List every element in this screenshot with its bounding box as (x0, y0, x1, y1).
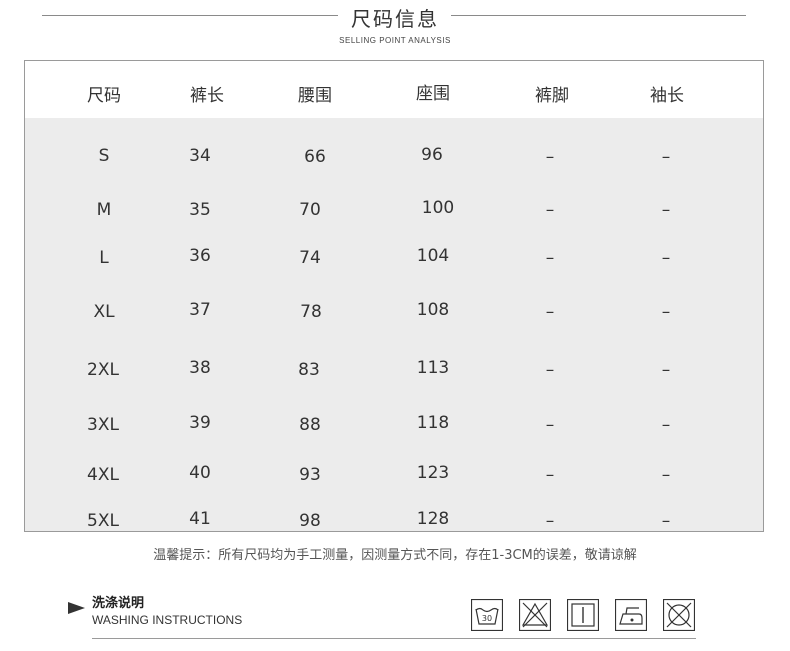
cell-hip: 128 (416, 509, 450, 529)
column-header-hem: 裤脚 (535, 86, 569, 106)
cell-waist: 93 (299, 465, 321, 485)
cell-length: 37 (189, 300, 211, 320)
column-header-sleeve: 袖长 (650, 86, 684, 106)
cell-length: 34 (189, 146, 211, 166)
cell-size: L (99, 248, 109, 268)
do-not-tumble-dry-icon (663, 599, 695, 631)
cell-length: 35 (189, 200, 211, 220)
table-header-row: 尺码 裤长 腰围 座围 裤脚 袖长 (25, 61, 763, 118)
cell-waist: 98 (299, 511, 321, 531)
cell-hip: 118 (416, 413, 450, 433)
wash-temperature-label: 30 (482, 614, 492, 623)
cell-size: 4XL (87, 465, 119, 485)
column-header-hip: 座围 (416, 84, 450, 104)
cell-sleeve: – (661, 302, 671, 322)
cell-hip: 100 (421, 198, 455, 218)
wash-30-icon: 30 (471, 599, 503, 631)
cell-hem: – (545, 147, 555, 167)
cell-hem: – (545, 511, 555, 531)
cell-hip: 123 (416, 463, 450, 483)
do-not-bleach-icon (519, 599, 551, 631)
play-arrow-icon (68, 602, 85, 614)
cell-hip: 108 (416, 300, 450, 320)
cell-size: M (96, 200, 112, 220)
cell-waist: 88 (299, 415, 321, 435)
cell-hem: – (545, 248, 555, 268)
washing-rule (92, 638, 696, 639)
size-table: 尺码 裤长 腰围 座围 裤脚 袖长 S 34 66 96 – – M 35 70… (24, 60, 764, 532)
column-header-waist: 腰围 (298, 86, 332, 106)
cell-sleeve: – (661, 200, 671, 220)
cell-length: 38 (189, 358, 211, 378)
cell-size: S (98, 146, 110, 166)
cell-sleeve: – (661, 511, 671, 531)
cell-sleeve: – (661, 465, 671, 485)
cell-waist: 78 (300, 302, 322, 322)
cell-length: 41 (189, 509, 211, 529)
low-iron-icon (615, 599, 647, 631)
cell-sleeve: – (661, 360, 671, 380)
cell-size: 2XL (87, 360, 119, 380)
page-subtitle: SELLING POINT ANALYSIS (339, 36, 451, 45)
cell-waist: 66 (304, 147, 326, 167)
cell-hem: – (545, 360, 555, 380)
cell-waist: 74 (299, 248, 321, 268)
cell-hem: – (545, 465, 555, 485)
measurement-note: 温馨提示：所有尺码均为手工测量，因测量方式不同，存在1-3CM的误差，敬请谅解 (153, 548, 637, 563)
washing-title: 洗涤说明 (92, 596, 145, 611)
cell-size: 3XL (87, 415, 119, 435)
cell-hem: – (545, 415, 555, 435)
cell-hem: – (545, 302, 555, 322)
column-header-size: 尺码 (87, 86, 121, 106)
cell-length: 39 (189, 413, 211, 433)
cell-hip: 96 (421, 145, 443, 165)
cell-size: 5XL (87, 511, 119, 531)
cell-sleeve: – (661, 248, 671, 268)
cell-sleeve: – (661, 147, 671, 167)
cell-hip: 113 (416, 358, 450, 378)
cell-length: 40 (189, 463, 211, 483)
cell-waist: 70 (299, 200, 321, 220)
column-header-length: 裤长 (190, 86, 224, 106)
cell-hip: 104 (416, 246, 450, 266)
cell-hem: – (545, 200, 555, 220)
washing-subtitle: WASHING INSTRUCTIONS (92, 613, 243, 627)
cell-length: 36 (189, 246, 211, 266)
hang-dry-icon (567, 599, 599, 631)
cell-size: XL (93, 302, 115, 322)
page-title: 尺码信息 (339, 7, 451, 31)
cell-waist: 83 (298, 360, 320, 380)
cell-sleeve: – (661, 415, 671, 435)
